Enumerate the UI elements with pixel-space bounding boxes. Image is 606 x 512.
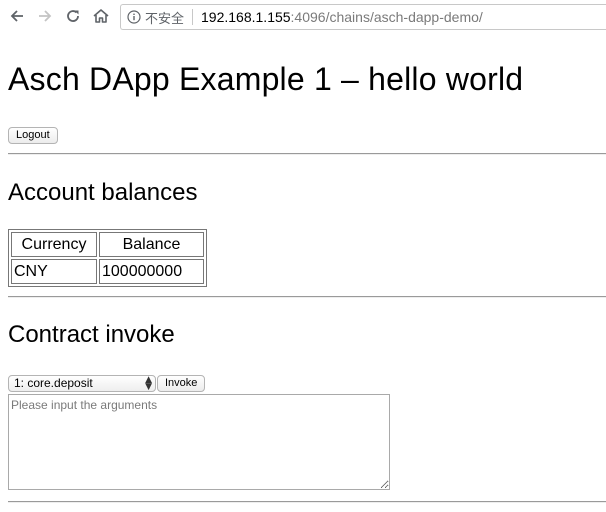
security-label[interactable]: 不安全 [145,8,184,27]
address-bar[interactable]: 不安全 192.168.1.155:4096/chains/asch-dapp-… [120,4,606,30]
logout-button[interactable]: Logout [8,127,58,144]
browser-toolbar: 不安全 192.168.1.155:4096/chains/asch-dapp-… [0,0,606,34]
table-row: CNY 100000000 [11,259,204,284]
cell-balance: 100000000 [99,259,204,284]
contract-heading: Contract invoke [8,321,175,348]
info-icon[interactable] [127,10,141,24]
divider [8,501,606,503]
invoke-button[interactable]: Invoke [157,375,206,392]
back-button[interactable] [6,5,28,27]
back-arrow-icon [10,10,23,22]
url-host: 192.168.1.155 [201,9,291,25]
select-value: 1: core.deposit [14,376,93,390]
url-path: :4096/chains/asch-dapp-demo/ [290,9,483,25]
divider [8,296,606,298]
address-divider [192,9,194,25]
forward-arrow-icon [39,10,52,22]
home-icon [93,9,109,23]
reload-button[interactable] [62,5,84,27]
column-header-balance: Balance [99,232,204,257]
column-header-currency: Currency [11,232,97,257]
reload-icon [67,10,79,22]
divider [8,153,606,155]
balances-heading: Account balances [8,179,198,206]
page-content: Asch DApp Example 1 – hello world Logout… [0,34,606,512]
home-button[interactable] [90,5,112,27]
forward-button[interactable] [34,5,56,27]
select-arrows-icon: ▲ ▼ [145,375,152,392]
table-header-row: Currency Balance [11,232,204,257]
page-title: Asch DApp Example 1 – hello world [8,61,524,97]
balances-table: Currency Balance CNY 100000000 [8,229,207,287]
arguments-textarea[interactable] [8,394,390,490]
cell-currency: CNY [11,259,97,284]
contract-method-select[interactable]: 1: core.deposit ▲ ▼ [8,375,156,392]
